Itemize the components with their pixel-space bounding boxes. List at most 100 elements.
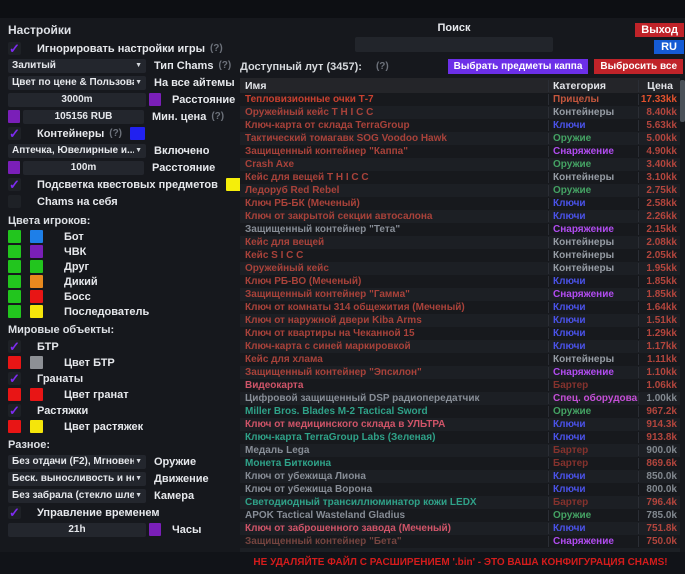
color-swatch[interactable] <box>8 245 21 258</box>
color-swatch[interactable] <box>30 230 43 243</box>
checkbox[interactable]: ✓ <box>8 404 21 417</box>
language-button[interactable]: RU <box>654 40 684 54</box>
color-swatch[interactable] <box>8 110 20 123</box>
color-swatch[interactable] <box>30 356 43 369</box>
table-row[interactable]: Ключ РБ-ВО (Меченый)Ключи1.85kk <box>240 275 681 288</box>
table-row[interactable]: Тактический томагавк SOG Voodoo HawkОруж… <box>240 132 681 145</box>
checkbox[interactable]: ✓ <box>8 340 21 353</box>
table-row[interactable]: Ключ от наружной двери Kiba ArmsКлючи1.5… <box>240 314 681 327</box>
item-category: Ключи <box>548 120 638 131</box>
color-swatch[interactable] <box>130 127 145 140</box>
color-swatch[interactable] <box>149 523 161 536</box>
discard-all-button[interactable]: Выбросить все <box>594 59 683 74</box>
color-swatch[interactable] <box>30 305 43 318</box>
table-row[interactable]: Miller Bros. Blades M-2 Tactical SwordОр… <box>240 405 681 418</box>
dropdown[interactable]: Цвет по цене & Пользователь▼ <box>8 76 146 90</box>
table-row[interactable]: Кейс S I C CКонтейнеры2.05kk <box>240 249 681 262</box>
table-row[interactable]: Ключ РБ-БК (Меченый)Ключи2.58kk <box>240 197 681 210</box>
dropdown[interactable]: Залитый▼ <box>8 59 146 73</box>
item-price: 967.2k <box>638 406 681 417</box>
exit-button[interactable]: Выход <box>635 23 684 37</box>
table-row[interactable]: Защищенный контейнер "Каппа"Снаряжение4.… <box>240 145 681 158</box>
color-swatch[interactable] <box>30 388 43 401</box>
color-swatch[interactable] <box>30 275 43 288</box>
table-row[interactable]: Оружейный кейсКонтейнеры1.95kk <box>240 262 681 275</box>
color-swatch[interactable] <box>8 230 21 243</box>
text-input[interactable]: 105156 RUB <box>23 110 144 124</box>
select-kappa-items-button[interactable]: Выбрать предметы каппа <box>448 59 589 74</box>
dropdown[interactable]: Беск. выносливость и нет уста▼ <box>8 472 146 486</box>
table-row[interactable]: Ключ-карта от склада TerraGroupКлючи5.63… <box>240 119 681 132</box>
dropdown[interactable]: Аптечка, Ювелирные и...▼ <box>8 144 146 158</box>
table-row[interactable]: APOK Tactical Wasteland GladiusОружие785… <box>240 509 681 522</box>
color-swatch[interactable] <box>8 356 21 369</box>
color-swatch[interactable] <box>8 305 21 318</box>
scrollbar-thumb[interactable] <box>680 80 685 122</box>
swatch-label: Дикий <box>64 276 98 288</box>
checkbox[interactable] <box>8 195 21 208</box>
table-row[interactable]: Ключ от медицинского склада в УЛЬТРАКлюч… <box>240 418 681 431</box>
dropdown[interactable]: Без забрала (стекло шлема)▼ <box>8 489 146 503</box>
table-row[interactable]: Кейс для вещей Т Н I С СКонтейнеры3.10kk <box>240 171 681 184</box>
color-swatch[interactable] <box>30 290 43 303</box>
item-price: 751.8k <box>638 523 681 534</box>
color-swatch[interactable] <box>30 420 43 433</box>
checkbox[interactable]: ✓ <box>8 127 21 140</box>
table-row[interactable]: Ключ-карта с синей маркировкойКлючи1.17k… <box>240 340 681 353</box>
table-row[interactable]: Кейс для хламаКонтейнеры1.11kk <box>240 353 681 366</box>
table-row[interactable]: Crash AxeОружие3.40kk <box>240 158 681 171</box>
color-swatch[interactable] <box>8 388 21 401</box>
table-row[interactable]: Защищенный контейнер "Бета"Снаряжение750… <box>240 535 681 548</box>
color-swatch[interactable] <box>8 420 21 433</box>
scrollbar[interactable] <box>680 78 685 552</box>
table-row[interactable]: Защищенный контейнер "Тета"Снаряжение2.1… <box>240 223 681 236</box>
item-name: Кейс S I C C <box>240 250 548 261</box>
color-swatch[interactable] <box>8 260 21 273</box>
table-row[interactable]: Ключ от закрытой секции автосалонаКлючи2… <box>240 210 681 223</box>
checkbox[interactable]: ✓ <box>8 506 21 519</box>
section-header: Цвета игроков: <box>8 212 238 229</box>
table-row[interactable]: Защищенный контейнер "Эпсилон"Снаряжение… <box>240 366 681 379</box>
table-row[interactable]: Ключ от квартиры на Чеканной 15Ключи1.29… <box>240 327 681 340</box>
checkbox[interactable]: ✓ <box>8 178 21 191</box>
table-row[interactable]: Ключ от заброшенного завода (Меченый)Клю… <box>240 522 681 535</box>
table-row[interactable]: Ключ от убежища ВоронаКлючи800.0k <box>240 483 681 496</box>
table-row[interactable]: Монета БиткоинаБартер869.6k <box>240 457 681 470</box>
column-header-price[interactable]: Цена <box>638 80 681 92</box>
color-swatch[interactable] <box>8 275 21 288</box>
column-header-name[interactable]: Имя <box>240 80 548 92</box>
color-swatch[interactable] <box>30 245 43 258</box>
table-row[interactable]: Тепловизионные очки Т-7Прицелы17.33kk <box>240 93 681 106</box>
color-swatch[interactable] <box>8 161 20 174</box>
table-row[interactable]: Ключ от комнаты 314 общежития (Меченый)К… <box>240 301 681 314</box>
table-row[interactable]: Светодиодный трансиллюминатор кожи LEDXБ… <box>240 496 681 509</box>
item-category: Контейнеры <box>548 237 638 248</box>
item-price: 2.58kk <box>638 198 681 209</box>
table-row[interactable]: Кейс для вещейКонтейнеры2.08kk <box>240 236 681 249</box>
loot-count-label: Доступный лут (3457): <box>240 61 362 73</box>
color-swatch[interactable] <box>8 290 21 303</box>
color-swatch[interactable] <box>149 93 161 106</box>
table-row[interactable]: Медаль LegaБартер900.0k <box>240 444 681 457</box>
color-swatch[interactable] <box>226 178 241 191</box>
text-input[interactable]: 21h <box>8 523 146 537</box>
item-category: Контейнеры <box>548 354 638 365</box>
color-swatch[interactable] <box>30 260 43 273</box>
table-row[interactable]: ВидеокартаБартер1.06kk <box>240 379 681 392</box>
table-row[interactable]: Защищенный контейнер "Гамма"Снаряжение1.… <box>240 288 681 301</box>
table-row[interactable]: Ключ от убежища ЛионаКлючи850.0k <box>240 470 681 483</box>
text-input[interactable]: 100m <box>23 161 144 175</box>
item-name: Защищенный контейнер "Гамма" <box>240 289 548 300</box>
text-input[interactable]: 3000m <box>8 93 146 107</box>
item-price: 3.40kk <box>638 159 681 170</box>
column-header-category[interactable]: Категория <box>548 80 638 92</box>
checkbox[interactable]: ✓ <box>8 372 21 385</box>
settings-row: ✓Управление временем <box>8 504 238 521</box>
table-row[interactable]: Ключ-карта TerraGroup Labs (Зеленая)Ключ… <box>240 431 681 444</box>
search-input[interactable] <box>355 37 553 52</box>
dropdown[interactable]: Без отдачи (F2), Мгновенное п▼ <box>8 455 146 469</box>
checkbox[interactable]: ✓ <box>8 42 21 55</box>
table-row[interactable]: Цифровой защищенный DSP радиопередатчикС… <box>240 392 681 405</box>
table-row[interactable]: Оружейный кейс Т Н I С СКонтейнеры8.40kk <box>240 106 681 119</box>
table-row[interactable]: Ледоруб Red RebelОружие2.75kk <box>240 184 681 197</box>
